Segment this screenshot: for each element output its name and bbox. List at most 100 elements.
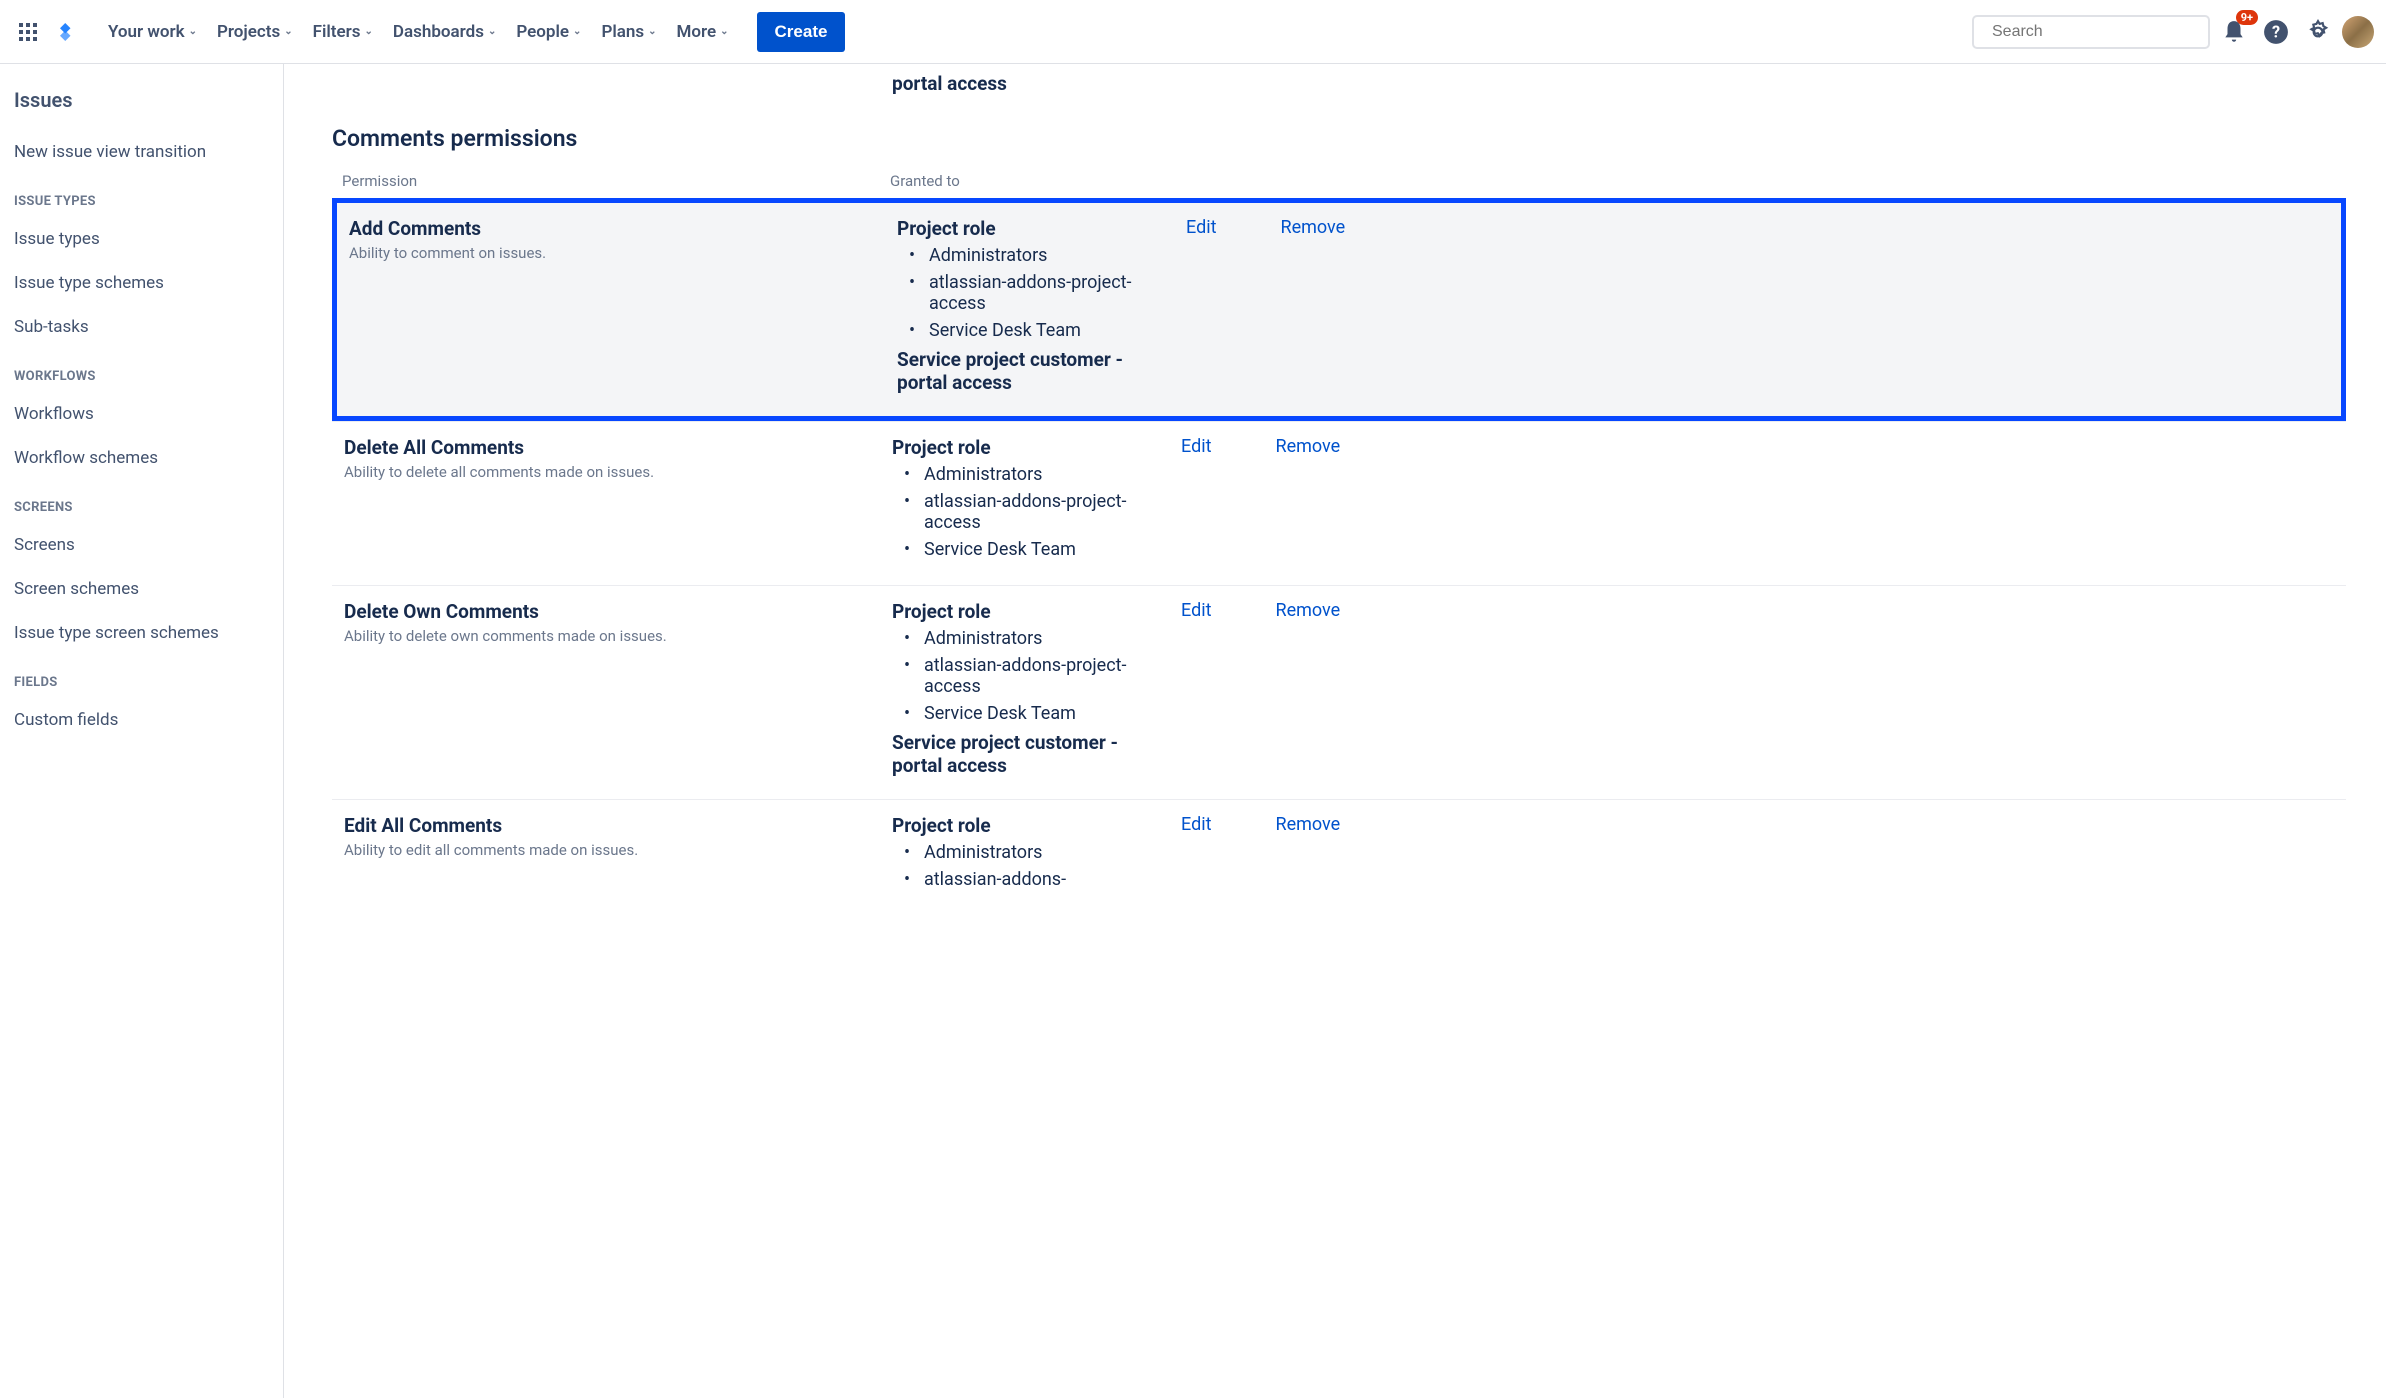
sidebar-item-workflow-schemes[interactable]: Workflow schemes <box>14 436 283 480</box>
actions-cell: Edit Remove <box>1162 217 2329 394</box>
nav-people[interactable]: People⌄ <box>506 16 591 48</box>
edit-link[interactable]: Edit <box>1181 600 1211 777</box>
nav-label: Filters <box>313 22 361 42</box>
chevron-down-icon: ⌄ <box>284 26 292 37</box>
permission-name: Delete All Comments <box>344 436 872 459</box>
svg-text:?: ? <box>2272 22 2280 41</box>
nav-label: Plans <box>601 22 644 42</box>
permissions-table: Permission Granted to Add Comments Abilit… <box>332 168 2346 915</box>
sidebar-item-screens[interactable]: Screens <box>14 523 283 567</box>
create-button[interactable]: Create <box>757 12 846 52</box>
grant-role-label: Project role <box>897 217 1162 240</box>
notifications-icon[interactable]: 9+ <box>2216 14 2252 50</box>
grant-item: Administrators <box>924 461 1157 488</box>
sidebar-group: SCREENS <box>14 480 283 523</box>
grant-item: Administrators <box>929 242 1162 269</box>
permission-description: Ability to delete all comments made on i… <box>344 463 872 481</box>
grant-item: atlassian-addons-project-access <box>924 652 1157 700</box>
permission-name: Edit All Comments <box>344 814 872 837</box>
help-icon[interactable]: ? <box>2258 14 2294 50</box>
notification-badge: 9+ <box>2236 10 2258 25</box>
granted-cell: Project roleAdministratorsatlassian-addo… <box>892 600 1157 777</box>
remove-link[interactable]: Remove <box>1280 217 1345 394</box>
granted-cell: Project roleAdministratorsatlassian-addo… <box>892 814 1157 893</box>
chevron-down-icon: ⌄ <box>720 26 728 37</box>
truncated-grant-text: portal access <box>892 64 2346 125</box>
permission-description: Ability to delete own comments made on i… <box>344 627 872 645</box>
grant-item: Service Desk Team <box>924 700 1157 727</box>
nav-label: People <box>516 22 569 42</box>
search-field[interactable] <box>1992 23 2199 41</box>
table-row: Edit All CommentsAbility to edit all com… <box>332 799 2346 915</box>
nav-more[interactable]: More⌄ <box>667 16 739 48</box>
chevron-down-icon: ⌄ <box>189 26 197 37</box>
topbar: Your work⌄Projects⌄Filters⌄Dashboards⌄Pe… <box>0 0 2386 64</box>
sidebar-item-workflows[interactable]: Workflows <box>14 392 283 436</box>
permission-cell: Delete Own Comments Ability to delete own… <box>344 600 892 777</box>
grant-item: atlassian-addons-project-access <box>929 269 1162 317</box>
edit-link[interactable]: Edit <box>1181 436 1211 563</box>
nav-container: Your work⌄Projects⌄Filters⌄Dashboards⌄Pe… <box>98 16 739 48</box>
actions-cell: Edit Remove <box>1157 436 2334 563</box>
sidebar-item-issue-type-screen-schemes[interactable]: Issue type screen schemes <box>14 611 283 655</box>
settings-icon[interactable] <box>2300 14 2336 50</box>
col-permission-header: Permission <box>342 172 890 190</box>
avatar[interactable] <box>2342 16 2374 48</box>
sidebar-title: Issues <box>14 80 283 130</box>
grant-item: atlassian-addons-project-access <box>924 488 1157 536</box>
nav-your-work[interactable]: Your work⌄ <box>98 16 207 48</box>
permission-name: Add Comments <box>349 217 877 240</box>
sidebar-item-issue-type-schemes[interactable]: Issue type schemes <box>14 261 283 305</box>
nav-projects[interactable]: Projects⌄ <box>207 16 303 48</box>
app-switcher-icon[interactable] <box>12 16 44 48</box>
permission-cell: Add Comments Ability to comment on issues… <box>349 217 897 394</box>
chevron-down-icon: ⌄ <box>365 26 373 37</box>
nav-label: More <box>677 22 717 42</box>
permission-cell: Delete All Comments Ability to delete all… <box>344 436 892 563</box>
table-row: Delete Own Comments Ability to delete own… <box>332 585 2346 799</box>
sidebar: Issues New issue view transitionISSUE TY… <box>0 64 284 1398</box>
nav-plans[interactable]: Plans ⌄ <box>591 16 666 48</box>
grant-item: Service Desk Team <box>929 317 1162 344</box>
search-input[interactable] <box>1972 15 2210 49</box>
actions-cell: Edit Remove <box>1157 814 2334 893</box>
nav-filters[interactable]: Filters ⌄ <box>303 16 383 48</box>
grant-role-label: Project role <box>892 436 1157 459</box>
sidebar-item-issue-types[interactable]: Issue types <box>14 217 283 261</box>
table-row: Add Comments Ability to comment on issues… <box>332 198 2346 421</box>
jira-logo-icon[interactable] <box>50 16 82 48</box>
table-row: Delete All Comments Ability to delete all… <box>332 421 2346 585</box>
edit-link[interactable]: Edit <box>1181 814 1211 893</box>
grant-item: Administrators <box>924 839 1157 866</box>
permission-cell: Edit All CommentsAbility to edit all com… <box>344 814 892 893</box>
granted-cell: Project roleAdministratorsatlassian-addo… <box>892 436 1157 563</box>
grant-role-label: Project role <box>892 814 1157 837</box>
permission-name: Delete Own Comments <box>344 600 872 623</box>
grant-extra: Service project customer - portal access <box>897 348 1162 394</box>
sidebar-group: FIELDS <box>14 655 283 698</box>
nav-label: Dashboards <box>393 22 484 42</box>
remove-link[interactable]: Remove <box>1275 436 1340 563</box>
chevron-down-icon: ⌄ <box>648 26 656 37</box>
sidebar-group: ISSUE TYPES <box>14 174 283 217</box>
permission-description: Ability to comment on issues. <box>349 244 877 262</box>
section-title: Comments permissions <box>332 125 2346 152</box>
grant-item: Administrators <box>924 625 1157 652</box>
grant-extra: Service project customer - portal access <box>892 731 1157 777</box>
sidebar-item-sub-tasks[interactable]: Sub-tasks <box>14 305 283 349</box>
sidebar-group: WORKFLOWS <box>14 349 283 392</box>
remove-link[interactable]: Remove <box>1275 814 1340 893</box>
sidebar-item-screen-schemes[interactable]: Screen schemes <box>14 567 283 611</box>
grant-list: Administratorsatlassian-addons-project-a… <box>892 625 1157 727</box>
grant-item: Service Desk Team <box>924 536 1157 563</box>
col-granted-header: Granted to <box>890 172 2336 190</box>
grant-list: Administratorsatlassian-addons- <box>892 839 1157 893</box>
sidebar-item-custom-fields[interactable]: Custom fields <box>14 698 283 742</box>
remove-link[interactable]: Remove <box>1275 600 1340 777</box>
granted-cell: Project roleAdministratorsatlassian-addo… <box>897 217 1162 394</box>
grant-item: atlassian-addons- <box>924 866 1157 893</box>
nav-dashboards[interactable]: Dashboards⌄ <box>383 16 506 48</box>
actions-cell: Edit Remove <box>1157 600 2334 777</box>
sidebar-item-new-issue-view-transition[interactable]: New issue view transition <box>14 130 283 174</box>
edit-link[interactable]: Edit <box>1186 217 1216 394</box>
